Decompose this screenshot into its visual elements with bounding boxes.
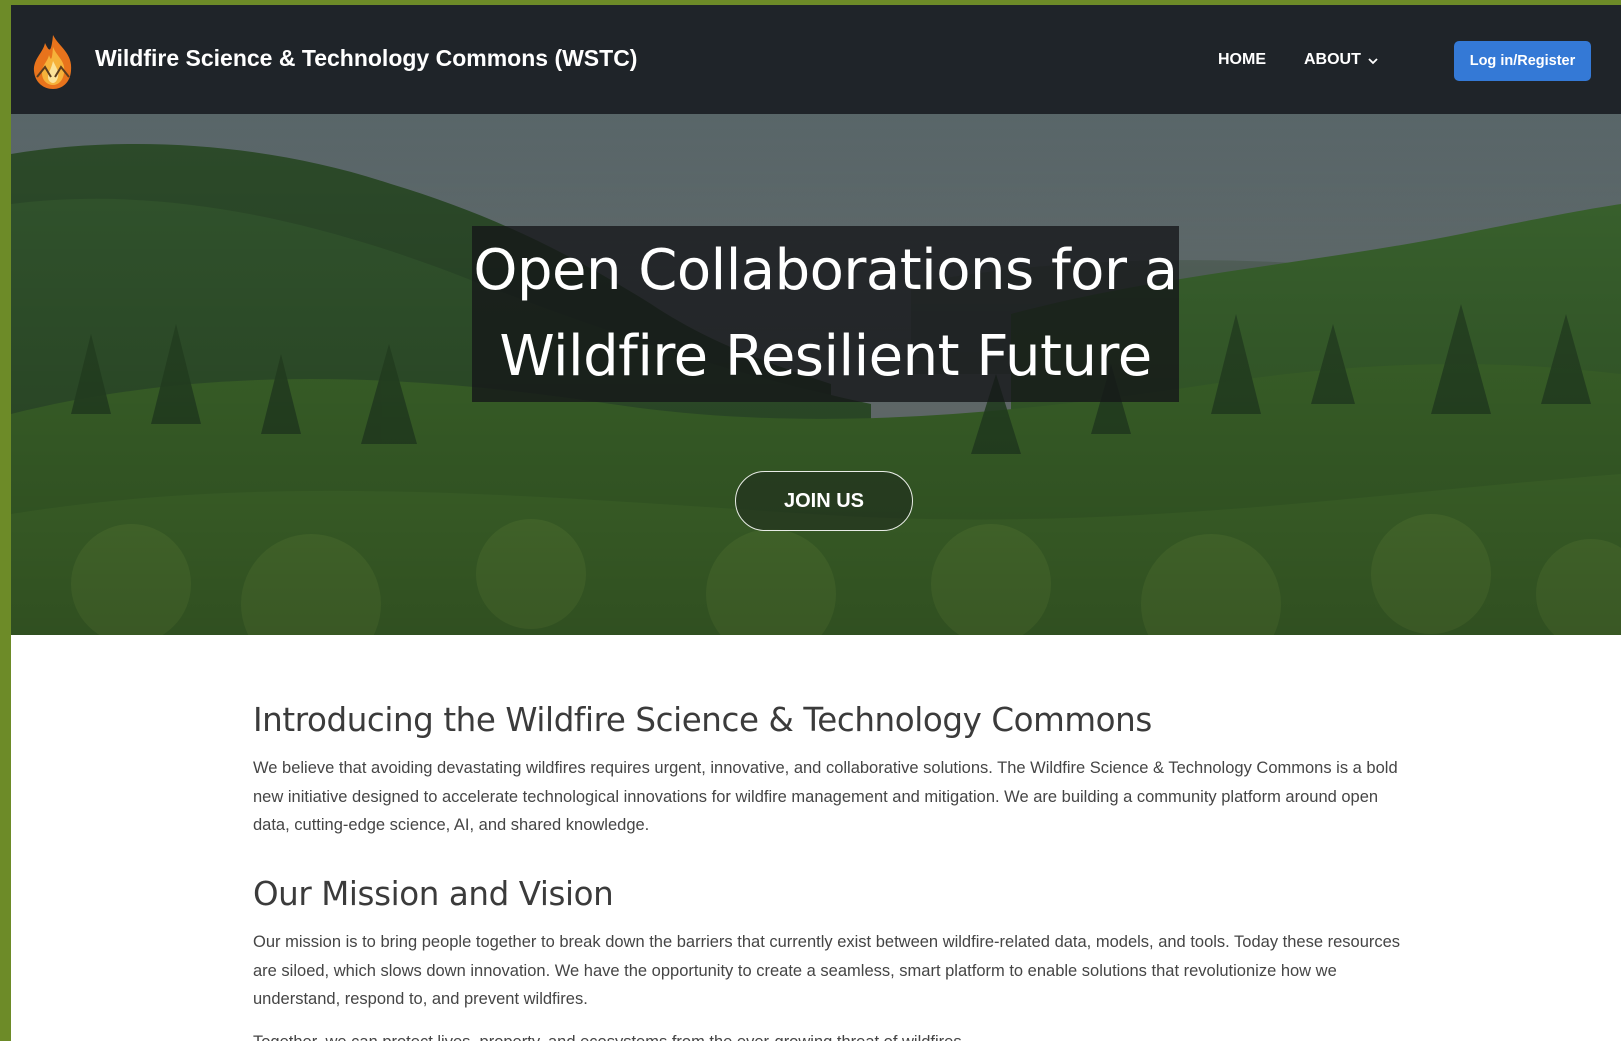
hero-title-line1: Open Collaborations for a	[473, 238, 1178, 303]
chevron-down-icon	[1367, 54, 1379, 66]
site-title[interactable]: Wildfire Science & Technology Commons (W…	[95, 45, 637, 72]
nav-home-link[interactable]: HOME	[1218, 51, 1266, 69]
hero-banner: Open Collaborations for a Wildfire Resil…	[11, 114, 1621, 635]
flame-logo-icon[interactable]	[29, 33, 77, 91]
hero-title: Open Collaborations for a Wildfire Resil…	[473, 228, 1178, 400]
intro-heading: Introducing the Wildfire Science & Techn…	[253, 701, 1152, 739]
nav-about-label: ABOUT	[1304, 51, 1361, 68]
nav-about-dropdown[interactable]: ABOUT	[1304, 51, 1379, 69]
top-navbar: Wildfire Science & Technology Commons (W…	[11, 5, 1621, 114]
hero-title-box: Open Collaborations for a Wildfire Resil…	[472, 226, 1179, 402]
mission-heading: Our Mission and Vision	[253, 875, 614, 913]
together-paragraph: Together, we can protect lives, property…	[253, 1028, 1403, 1041]
hero-title-line2: Wildfire Resilient Future	[499, 324, 1152, 389]
login-register-button[interactable]: Log in/Register	[1454, 41, 1591, 81]
join-us-button[interactable]: JOIN US	[735, 471, 913, 531]
browser-viewport: Wildfire Science & Technology Commons (W…	[11, 5, 1621, 1041]
mission-paragraph: Our mission is to bring people together …	[253, 933, 1401, 1008]
intro-paragraph: We believe that avoiding devastating wil…	[253, 759, 1398, 834]
